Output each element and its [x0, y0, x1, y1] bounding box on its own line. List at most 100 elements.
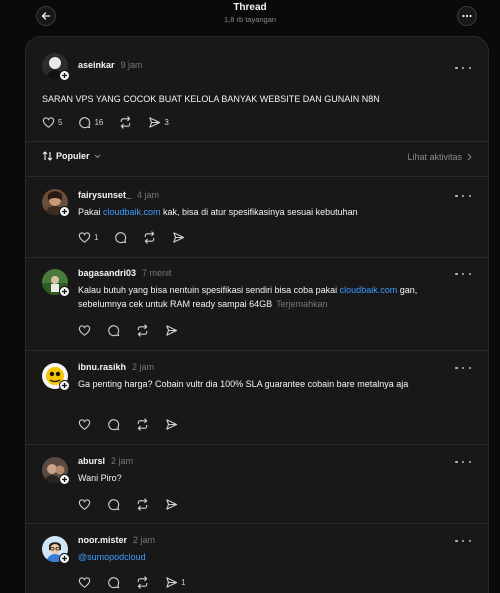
title-block: Thread 1,8 rb tayangan [0, 2, 500, 24]
sort-bar: Populer Lihat aktivitas [42, 151, 472, 165]
timestamp: 4 jam [137, 190, 160, 200]
like-button[interactable] [78, 576, 91, 589]
repost-button[interactable] [136, 418, 149, 431]
username[interactable]: noor.mister [78, 535, 127, 545]
translate-link[interactable]: Terjemahkan [276, 299, 328, 309]
reply-button[interactable] [107, 498, 120, 511]
more-options-button[interactable] [457, 6, 477, 26]
reply-more-icon[interactable] [455, 457, 471, 467]
heart-icon [78, 419, 91, 430]
like-button[interactable] [78, 418, 91, 431]
chevron-right-icon [467, 153, 472, 161]
repost-button[interactable] [119, 116, 132, 129]
share-button[interactable] [165, 498, 178, 511]
top-bar: Thread 1,8 rb tayangan [0, 0, 500, 34]
send-icon [149, 117, 161, 128]
reply-button[interactable]: 16 [78, 116, 103, 129]
share-button[interactable] [172, 231, 185, 244]
timestamp: 2 jam [133, 535, 156, 545]
comment-icon [108, 499, 120, 511]
reply-author[interactable]: abursl 2 jam [78, 456, 133, 466]
follow-plus-icon[interactable] [59, 380, 70, 391]
sort-dropdown[interactable]: Populer [42, 151, 101, 161]
share-count: 1 [181, 578, 186, 587]
like-button[interactable] [78, 324, 91, 337]
send-icon [166, 577, 178, 588]
reply-author[interactable]: ibnu.rasikh 2 jam [78, 362, 154, 372]
repost-button[interactable] [143, 231, 156, 244]
reply-button[interactable] [107, 576, 120, 589]
username[interactable]: abursl [78, 456, 105, 466]
like-button[interactable]: 1 [78, 231, 98, 244]
follow-plus-icon[interactable] [59, 206, 70, 217]
repost-button[interactable] [136, 498, 149, 511]
reply-count: 16 [94, 118, 104, 127]
share-button[interactable]: 3 [148, 116, 169, 129]
view-activity-link[interactable]: Lihat aktivitas [407, 152, 472, 162]
follow-plus-icon[interactable] [59, 553, 70, 564]
post-text: SARAN VPS YANG COCOK BUAT KELOLA BANYAK … [42, 94, 380, 104]
reply-item: bagasandri03 7 menit Kalau butuh yang bis… [25, 266, 489, 346]
reply-button[interactable] [114, 231, 127, 244]
reply-more-icon[interactable] [455, 363, 471, 373]
reply-text: @sumopodcloud [78, 550, 463, 564]
reply-text: Wani Piro? [78, 473, 122, 483]
reply-link[interactable]: cloudbaik.com [103, 207, 161, 217]
reply-button[interactable] [107, 418, 120, 431]
share-button[interactable] [165, 324, 178, 337]
reply-author[interactable]: fairysunset_ 4 jam [78, 190, 159, 200]
post-more-icon[interactable] [455, 63, 471, 73]
reply-link[interactable]: cloudbaik.com [340, 285, 398, 295]
repost-button[interactable] [136, 324, 149, 337]
heart-icon [78, 232, 91, 243]
repost-icon [137, 576, 148, 589]
main-post: aseinkar 9 jam SARAN VPS YANG COCOK BUAT … [25, 53, 489, 133]
more-horizontal-icon [462, 14, 472, 18]
reply-more-icon[interactable] [455, 536, 471, 546]
like-count: 5 [58, 118, 63, 127]
divider [25, 141, 489, 142]
reply-item: noor.mister 2 jam @sumopodcloud 1 [25, 534, 489, 593]
reply-more-icon[interactable] [455, 269, 471, 279]
reply-author[interactable]: bagasandri03 7 menit [78, 268, 172, 278]
heart-icon [78, 577, 91, 588]
repost-icon [121, 116, 131, 129]
post-actions: 5 16 3 [42, 116, 185, 129]
follow-plus-icon[interactable] [59, 70, 70, 81]
repost-button[interactable] [136, 576, 149, 589]
username[interactable]: ibnu.rasikh [78, 362, 126, 372]
share-count: 3 [164, 118, 169, 127]
follow-plus-icon[interactable] [59, 474, 70, 485]
follow-plus-icon[interactable] [59, 286, 70, 297]
like-button[interactable] [78, 498, 91, 511]
reply-text: Pakai cloudbaik.com kak, bisa di atur sp… [78, 205, 463, 219]
post-author[interactable]: aseinkar 9 jam [78, 60, 143, 70]
heart-icon [78, 325, 91, 336]
reply-item: abursl 2 jam Wani Piro? [25, 455, 489, 525]
share-button[interactable] [165, 418, 178, 431]
mention-link[interactable]: @sumopodcloud [78, 552, 146, 562]
sort-arrows-icon [42, 151, 53, 161]
divider [25, 257, 489, 258]
divider [25, 350, 489, 351]
username[interactable]: aseinkar [78, 60, 115, 70]
reply-author[interactable]: noor.mister 2 jam [78, 535, 155, 545]
timestamp: 9 jam [120, 60, 143, 70]
reply-actions [78, 498, 194, 511]
reply-button[interactable] [107, 324, 120, 337]
comment-icon [79, 117, 91, 129]
timestamp: 2 jam [132, 362, 155, 372]
username[interactable]: bagasandri03 [78, 268, 136, 278]
chevron-down-icon [94, 154, 100, 158]
username[interactable]: fairysunset_ [78, 190, 131, 200]
heart-icon [42, 117, 55, 128]
divider [25, 444, 489, 445]
comment-icon [108, 577, 120, 589]
divider [25, 176, 489, 177]
reply-more-icon[interactable] [455, 191, 471, 201]
share-button[interactable]: 1 [165, 576, 185, 589]
like-button[interactable]: 5 [42, 116, 62, 129]
reply-actions: 1 [78, 231, 201, 244]
repost-icon [145, 231, 155, 244]
reply-item: fairysunset_ 4 jam Pakai cloudbaik.com ka… [25, 188, 489, 248]
